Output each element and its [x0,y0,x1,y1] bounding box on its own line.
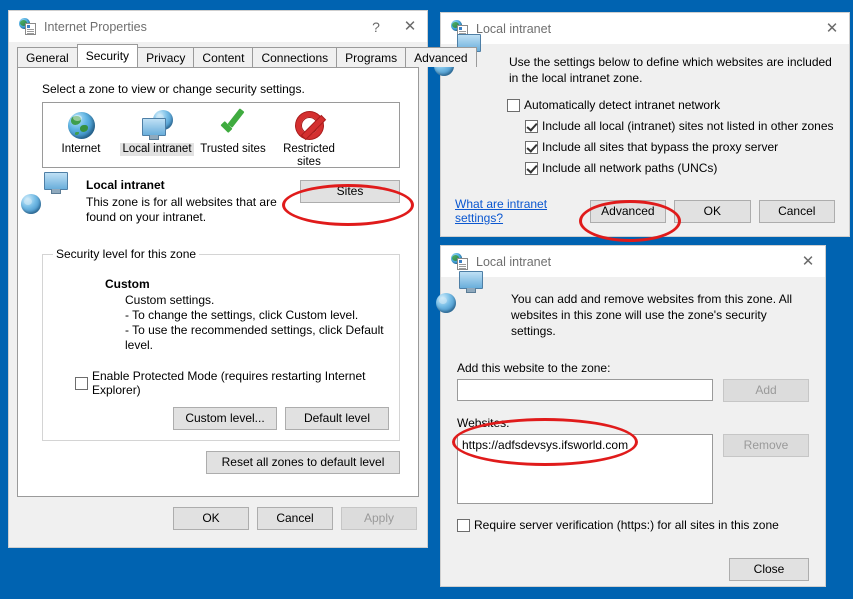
help-button[interactable]: ? [359,12,393,42]
security-level-buttons: Custom level... Default level [53,407,389,430]
zone-label: Restricted sites [271,143,347,169]
local-intranet-settings-window[interactable]: Local intranet ✕ Use the settings below … [440,12,850,237]
zone-item-local-intranet[interactable]: Local intranet [119,109,195,156]
ok-button[interactable]: OK [173,507,249,530]
cancel-button[interactable]: Cancel [759,200,835,223]
info-row: You can add and remove websites from thi… [457,291,809,339]
zone-detail-title: Local intranet [86,178,300,192]
zone-detail: Local intranet This zone is for all webs… [42,178,400,225]
close-icon[interactable]: ✕ [815,14,849,44]
intranet-settings-help-link[interactable]: What are intranet settings? [455,197,590,225]
security-level-group: Security level for this zone Custom Cust… [42,247,400,441]
tab-advanced[interactable]: Advanced [405,47,476,67]
websites-row: https://adfsdevsys.ifsworld.com Remove [457,434,809,504]
tabstrip[interactable]: General Security Privacy Content Connect… [9,44,427,67]
window-title: Local intranet [476,255,551,269]
zone-detail-description: This zone is for all websites that are f… [86,195,300,225]
require-server-verification-label: Require server verification (https:) for… [474,518,779,532]
add-website-row: Add [457,379,809,402]
include-local-sites-label: Include all local (intranet) sites not l… [542,119,834,133]
security-level-line-2: - To change the settings, click Custom l… [125,308,389,323]
local-intranet-settings-body: Use the settings below to define which w… [441,44,849,235]
window-title: Internet Properties [44,20,147,34]
enable-protected-mode-label: Enable Protected Mode (requires restarti… [92,369,389,397]
internet-properties-window[interactable]: Internet Properties ? ✕ General Security… [8,10,428,548]
include-unc-paths-label: Include all network paths (UNCs) [542,161,717,175]
zone-label: Trusted sites [198,143,267,156]
auto-detect-intranet-label: Automatically detect intranet network [524,98,720,112]
security-level-name: Custom [105,277,389,291]
tab-security[interactable]: Security [77,44,138,67]
apply-button: Apply [341,507,417,530]
tab-privacy[interactable]: Privacy [137,47,194,67]
local-intranet-settings-footer: What are intranet settings? Advanced OK … [455,197,835,225]
restricted-circle-icon [271,109,347,141]
globe-icon [43,109,119,141]
close-button[interactable]: Close [729,558,809,581]
tab-content[interactable]: Content [193,47,253,67]
cancel-button[interactable]: Cancel [257,507,333,530]
zone-label: Internet [60,143,103,156]
local-intranet-sites-titlebar[interactable]: Local intranet ✕ [441,246,825,277]
security-level-legend: Security level for this zone [53,247,199,261]
security-tab-panel: Select a zone to view or change security… [17,67,419,497]
include-local-sites-checkbox[interactable] [525,120,538,133]
include-unc-paths-checkbox[interactable] [525,162,538,175]
internet-properties-footer: OK Cancel Apply [9,507,417,530]
custom-level-button[interactable]: Custom level... [173,407,277,430]
add-button: Add [723,379,809,402]
local-intranet-sites-window[interactable]: Local intranet ✕ You can add and remove … [440,245,826,587]
local-intranet-sites-footer: Close [457,558,809,581]
close-icon[interactable]: ✕ [393,12,427,42]
local-intranet-settings-titlebar[interactable]: Local intranet ✕ [441,13,849,44]
include-proxy-bypass-checkbox[interactable] [525,141,538,154]
security-level-line-1: Custom settings. [125,293,389,308]
sites-button[interactable]: Sites [300,180,400,203]
tab-connections[interactable]: Connections [252,47,337,67]
enable-protected-mode-row[interactable]: Enable Protected Mode (requires restarti… [75,369,389,397]
default-level-button[interactable]: Default level [285,407,389,430]
local-intranet-sites-body: You can add and remove websites from thi… [441,277,825,595]
internet-properties-icon [19,18,36,35]
include-local-sites-row[interactable]: Include all local (intranet) sites not l… [525,119,835,133]
reset-row: Reset all zones to default level [42,451,400,474]
info-row: Use the settings below to define which w… [455,54,835,86]
window-title: Local intranet [476,22,551,36]
add-website-label: Add this website to the zone: [457,361,809,375]
list-item[interactable]: https://adfsdevsys.ifsworld.com [462,438,708,452]
tab-general[interactable]: General [17,47,78,67]
local-intranet-icon [42,178,86,225]
close-icon[interactable]: ✕ [791,247,825,277]
reset-all-zones-button[interactable]: Reset all zones to default level [206,451,400,474]
local-intranet-icon [119,109,195,141]
require-server-verification-checkbox[interactable] [457,519,470,532]
websites-listbox[interactable]: https://adfsdevsys.ifsworld.com [457,434,713,504]
auto-detect-intranet-row[interactable]: Automatically detect intranet network [507,98,835,112]
info-text: You can add and remove websites from thi… [511,291,809,339]
include-unc-paths-row[interactable]: Include all network paths (UNCs) [525,161,835,175]
internet-properties-icon [451,253,468,270]
include-proxy-bypass-label: Include all sites that bypass the proxy … [542,140,778,154]
include-proxy-bypass-row[interactable]: Include all sites that bypass the proxy … [525,140,835,154]
zone-label: Local intranet [120,143,193,156]
zone-item-internet[interactable]: Internet [43,109,119,156]
zone-item-trusted-sites[interactable]: Trusted sites [195,109,271,156]
zone-hint-label: Select a zone to view or change security… [18,68,418,102]
green-check-icon [195,109,271,141]
internet-properties-titlebar[interactable]: Internet Properties ? ✕ [9,11,427,42]
zone-item-restricted-sites[interactable]: Restricted sites [271,109,347,169]
local-intranet-icon [457,291,499,339]
auto-detect-intranet-checkbox[interactable] [507,99,520,112]
websites-label: Websites: [457,416,809,430]
zone-selector[interactable]: Internet Local intranet Trusted sites Re… [42,102,400,168]
remove-button: Remove [723,434,809,457]
require-server-verification-row[interactable]: Require server verification (https:) for… [457,518,809,532]
ok-button[interactable]: OK [674,200,750,223]
info-text: Use the settings below to define which w… [509,54,835,86]
add-website-input[interactable] [457,379,713,401]
enable-protected-mode-checkbox[interactable] [75,377,88,390]
tab-programs[interactable]: Programs [336,47,406,67]
advanced-button[interactable]: Advanced [590,200,666,223]
security-level-line-3: - To use the recommended settings, click… [125,323,389,353]
